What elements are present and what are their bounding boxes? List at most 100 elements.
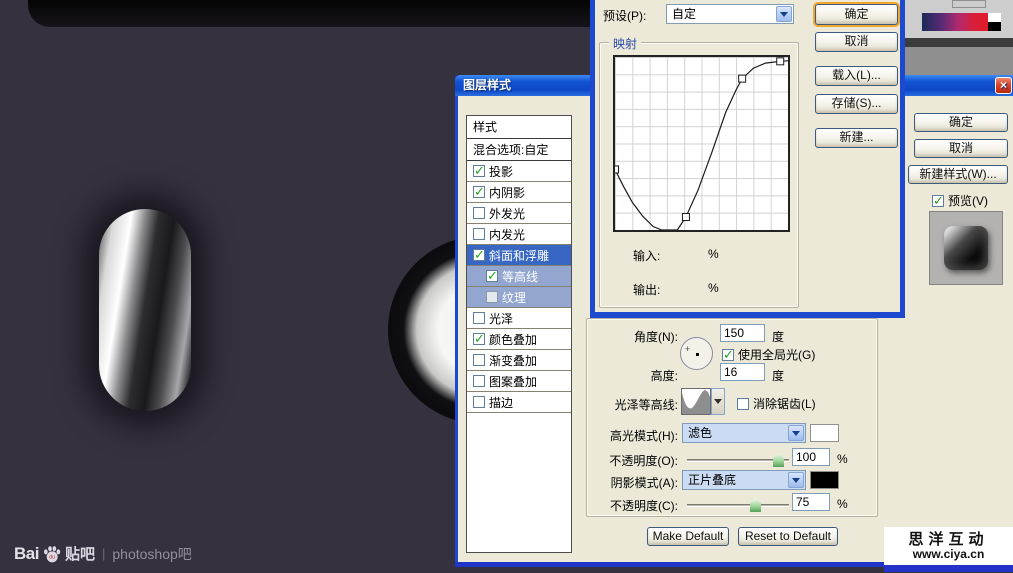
checkbox-icon[interactable] [473, 165, 485, 177]
watermark-divider: | [102, 546, 105, 561]
effect-label: 渐变叠加 [489, 352, 537, 369]
checkbox-icon[interactable] [473, 207, 485, 219]
effect-row-bevel-emboss[interactable]: 斜面和浮雕 [467, 245, 571, 266]
checkbox-icon[interactable] [473, 333, 485, 345]
global-light-checkbox[interactable]: 使用全局光(G) [722, 346, 815, 363]
checkbox-icon[interactable] [486, 291, 498, 303]
checkbox-icon[interactable] [473, 312, 485, 324]
preset-select[interactable]: 自定 [666, 4, 794, 24]
shadow-opacity-label: 不透明度(C): [573, 497, 678, 514]
checkbox-icon[interactable] [473, 186, 485, 198]
shadow-mode-select[interactable]: 正片叠底 [682, 470, 806, 490]
preset-value: 自定 [672, 7, 696, 21]
make-default-button[interactable]: Make Default [647, 527, 729, 546]
checkbox-icon[interactable] [473, 249, 485, 261]
shadow-opacity-input[interactable] [792, 493, 830, 511]
highlight-opacity-slider[interactable] [687, 453, 789, 467]
shadow-mode-label: 阴影模式(A): [573, 474, 678, 491]
save-button[interactable]: 存储(S)... [815, 94, 898, 114]
new-button[interactable]: 新建... [815, 128, 898, 148]
reset-to-default-button[interactable]: Reset to Default [738, 527, 838, 546]
effect-label: 光泽 [489, 310, 513, 327]
chevron-down-icon[interactable] [788, 425, 804, 441]
shadow-opacity-slider[interactable] [687, 498, 789, 512]
effect-row-texture[interactable]: 纹理 [467, 287, 571, 308]
effect-row-outer-glow[interactable]: 外发光 [467, 203, 571, 224]
global-light-label: 使用全局光(G) [738, 346, 815, 363]
highlight-mode-label: 高光模式(H): [573, 427, 678, 444]
contour-curve [615, 57, 788, 230]
chevron-down-icon [714, 399, 722, 404]
gloss-contour-dropdown-button[interactable] [711, 388, 725, 415]
effect-label: 等高线 [502, 268, 538, 285]
effect-row-stroke[interactable]: 描边 [467, 392, 571, 413]
effect-label: 描边 [489, 394, 513, 411]
style-preview-image [944, 226, 988, 270]
effect-row-inner-shadow[interactable]: 内阴影 [467, 182, 571, 203]
new-style-button[interactable]: 新建样式(W)... [908, 165, 1008, 184]
chevron-down-icon[interactable] [788, 472, 804, 488]
effect-row-pattern-overlay[interactable]: 图案叠加 [467, 371, 571, 392]
cancel-button[interactable]: 取消 [815, 32, 898, 52]
black-swatch[interactable] [988, 22, 1001, 31]
checkbox-icon[interactable] [473, 228, 485, 240]
load-button[interactable]: 载入(L)... [815, 66, 898, 86]
baidu-paw-du-text: du [49, 554, 55, 560]
effect-row-contour[interactable]: 等高线 [467, 266, 571, 287]
checkbox-icon[interactable] [722, 349, 734, 361]
dialog-title: 图层样式 [463, 78, 511, 92]
chevron-glyph [780, 12, 788, 17]
effect-label: 外发光 [489, 205, 525, 222]
ok-button[interactable]: 确定 [914, 113, 1008, 132]
cancel-button[interactable]: 取消 [914, 139, 1008, 158]
angle-dial[interactable]: + [680, 337, 713, 370]
effect-row-inner-glow[interactable]: 内发光 [467, 224, 571, 245]
preview-checkbox[interactable]: 预览(V) [932, 192, 988, 209]
angle-dial-center [696, 353, 699, 356]
white-swatch[interactable] [988, 13, 1001, 22]
baidu-tieba-watermark: Bai du 贴吧 | photoshop吧 [14, 543, 192, 564]
contour-curve-grid[interactable] [613, 55, 790, 232]
highlight-mode-select[interactable]: 滤色 [682, 423, 806, 443]
studio-watermark: 思洋互动 www.ciya.cn [884, 527, 1013, 565]
checkbox-icon[interactable] [486, 270, 498, 282]
checkbox-icon[interactable] [737, 398, 749, 410]
screenshot-stage: 图层样式 × 样式 混合选项:自定 投影 内阴影 外发光 内发光 [0, 0, 1013, 573]
input-label: 输入: [633, 247, 660, 264]
chevron-glyph [792, 478, 800, 483]
highlight-color-swatch[interactable] [810, 424, 839, 442]
anti-alias-checkbox[interactable]: 消除锯齿(L) [737, 395, 816, 412]
effect-row-drop-shadow[interactable]: 投影 [467, 161, 571, 182]
checkbox-icon[interactable] [473, 396, 485, 408]
color-spectrum-bar[interactable] [922, 13, 988, 31]
angle-unit: 度 [772, 328, 784, 345]
chevron-down-icon[interactable] [776, 6, 792, 22]
altitude-input[interactable] [720, 363, 765, 381]
highlight-opacity-input[interactable] [792, 448, 830, 466]
mapping-group-title: 映射 [609, 35, 641, 52]
highlight-opacity-unit: % [837, 452, 848, 466]
close-button[interactable]: × [995, 77, 1012, 94]
effect-label: 纹理 [502, 289, 526, 306]
chevron-glyph [792, 431, 800, 436]
shadow-opacity-unit: % [837, 497, 848, 511]
checkbox-icon[interactable] [473, 375, 485, 387]
slider-track [687, 504, 789, 507]
effect-row-gradient-overlay[interactable]: 渐变叠加 [467, 350, 571, 371]
effect-label: 颜色叠加 [489, 331, 537, 348]
checkbox-icon[interactable] [932, 195, 944, 207]
shadow-color-swatch[interactable] [810, 471, 839, 489]
checkbox-icon[interactable] [473, 354, 485, 366]
angle-input[interactable] [720, 324, 765, 342]
canvas-glossy-pill-art [99, 209, 191, 411]
slider-thumb[interactable] [773, 453, 784, 467]
effect-row-satin[interactable]: 光泽 [467, 308, 571, 329]
slider-thumb[interactable] [750, 498, 761, 512]
blending-options-item[interactable]: 混合选项:自定 [467, 139, 571, 161]
gloss-contour-swatch[interactable] [681, 388, 711, 415]
angle-dial-marker: + [685, 344, 690, 354]
styles-header[interactable]: 样式 [467, 116, 571, 139]
effect-row-color-overlay[interactable]: 颜色叠加 [467, 329, 571, 350]
studio-site-text: www.ciya.cn [913, 548, 985, 561]
ok-button[interactable]: 确定 [815, 4, 898, 25]
